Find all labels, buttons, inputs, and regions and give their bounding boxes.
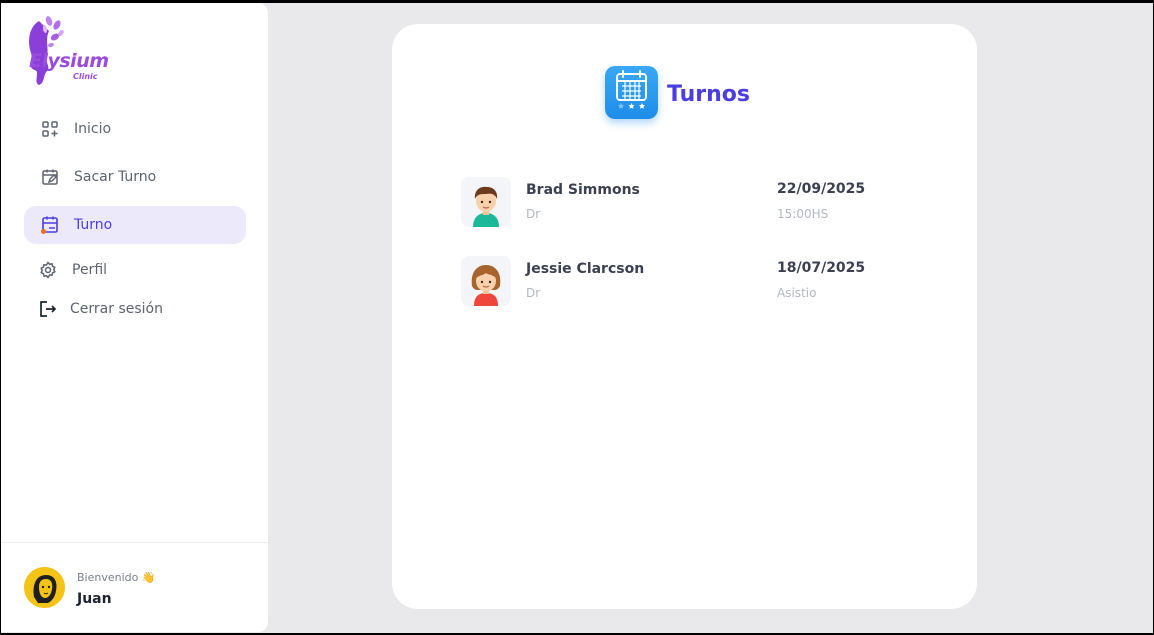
- appointment-row[interactable]: Jessie Clarcson Dr 18/07/2025 Asistio: [461, 256, 881, 308]
- calendar-icon: [40, 215, 60, 235]
- doctor-role: Dr: [526, 207, 541, 221]
- calendar-edit-icon: [40, 167, 60, 187]
- appointment-row[interactable]: Brad Simmons Dr 22/09/2025 15:00HS: [461, 177, 881, 229]
- nav-item-sacar-turno[interactable]: Sacar Turno: [24, 158, 246, 196]
- nav-label-sacar-turno: Sacar Turno: [74, 169, 157, 185]
- dashboard-icon: [40, 119, 60, 139]
- doctor-role: Dr: [526, 286, 541, 300]
- user-avatar[interactable]: [24, 567, 65, 608]
- appointment-date: 18/07/2025: [777, 260, 866, 276]
- sidebar: Elysium Clinic Inicio Sacar Turno Turno: [1, 3, 268, 632]
- logout-icon: [38, 299, 58, 319]
- nav-label-perfil: Perfil: [72, 262, 108, 278]
- gear-icon: [38, 260, 58, 280]
- user-name: Juan: [77, 591, 112, 607]
- male-avatar-icon: [461, 177, 511, 227]
- doctor-name: Brad Simmons: [526, 182, 640, 198]
- female-avatar-icon: [461, 256, 511, 306]
- nav-label-turno: Turno: [74, 217, 113, 233]
- nav-item-inicio[interactable]: Inicio: [24, 110, 246, 148]
- appointment-date: 22/09/2025: [777, 181, 866, 197]
- nav-item-perfil[interactable]: Perfil: [24, 251, 246, 289]
- appointment-status: 15:00HS: [777, 207, 829, 221]
- page-title: Turnos: [667, 82, 750, 107]
- nav-item-cerrar-sesion[interactable]: Cerrar sesión: [24, 290, 246, 328]
- calendar-app-icon: [605, 66, 658, 119]
- appointments-card: Turnos Brad Simmons Dr 22/09/2025 15:00H…: [392, 24, 977, 609]
- user-avatar-icon: [24, 567, 65, 608]
- brand-name: Elysium: [29, 50, 109, 72]
- user-panel: Bienvenido 👋 Juan: [1, 542, 268, 632]
- nav-label-cerrar-sesion: Cerrar sesión: [70, 301, 163, 317]
- nav-label-inicio: Inicio: [74, 121, 112, 137]
- nav-item-turno[interactable]: Turno: [24, 206, 246, 244]
- appointment-status: Asistio: [777, 286, 817, 300]
- brand-subtitle: Clinic: [73, 72, 98, 81]
- welcome-text: Bienvenido 👋: [77, 571, 156, 584]
- doctor-name: Jessie Clarcson: [526, 261, 645, 277]
